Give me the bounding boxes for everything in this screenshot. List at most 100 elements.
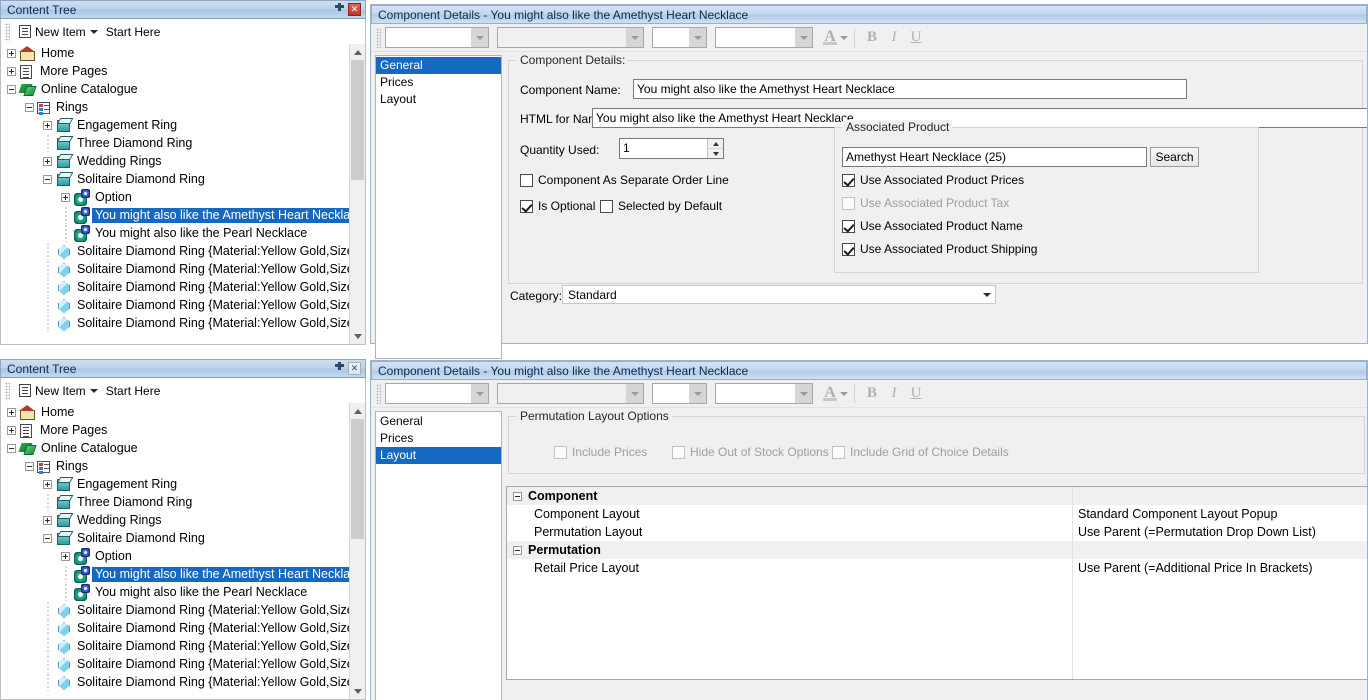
grid-column-divider[interactable] <box>1072 487 1073 679</box>
new-item-button[interactable]: New Item <box>15 382 102 400</box>
tree-node[interactable]: You might also like the Pearl Necklace <box>1 583 365 601</box>
chevron-down-icon[interactable] <box>626 28 643 47</box>
collapse-icon[interactable] <box>7 85 16 94</box>
tree-node[interactable]: Rings <box>1 98 365 116</box>
grid-property-row[interactable]: Retail Price LayoutUse Parent (=Addition… <box>507 559 1367 577</box>
font-color-button[interactable]: A <box>823 30 848 45</box>
chevron-down-icon[interactable] <box>795 384 812 403</box>
toolbar-grip[interactable] <box>5 382 10 400</box>
scroll-thumb[interactable] <box>351 60 364 180</box>
tree-node[interactable]: More Pages <box>1 62 365 80</box>
underline-button[interactable]: U <box>905 27 927 49</box>
chevron-down-icon[interactable] <box>471 384 488 403</box>
underline-button[interactable]: U <box>905 383 927 405</box>
tree-node[interactable]: Rings <box>1 457 365 475</box>
is-optional-checkbox[interactable]: Is Optional <box>520 199 595 213</box>
collapse-icon[interactable] <box>25 103 34 112</box>
new-item-button[interactable]: New Item <box>15 23 102 41</box>
content-tree-body-top[interactable]: HomeMore PagesOnline CatalogueRingsEngag… <box>0 44 366 345</box>
tree-node[interactable]: Engagement Ring <box>1 475 365 493</box>
tree-node[interactable]: Option <box>1 188 365 206</box>
collapse-icon[interactable] <box>43 175 52 184</box>
tree-node[interactable]: Solitaire Diamond Ring {Material:Yellow … <box>1 655 365 673</box>
separate-order-line-checkbox[interactable]: Component As Separate Order Line <box>520 173 729 187</box>
chevron-down-icon[interactable] <box>471 28 488 47</box>
close-icon[interactable]: ✕ <box>348 3 361 16</box>
tree-node[interactable]: You might also like the Pearl Necklace <box>1 224 365 242</box>
tree-node[interactable]: Solitaire Diamond Ring {Material:Yellow … <box>1 260 365 278</box>
extra-combo[interactable] <box>715 27 813 48</box>
font-size-combo[interactable] <box>652 383 707 404</box>
tree-node[interactable]: Wedding Rings <box>1 511 365 529</box>
use-associated-shipping-checkbox[interactable]: Use Associated Product Shipping <box>842 242 1037 256</box>
chevron-down-icon[interactable] <box>689 384 706 403</box>
tree-node[interactable]: Solitaire Diamond Ring {Material:Yellow … <box>1 296 365 314</box>
tree-node[interactable]: Solitaire Diamond Ring {Material:Yellow … <box>1 314 365 332</box>
selected-by-default-checkbox[interactable]: Selected by Default <box>600 199 722 213</box>
italic-button[interactable]: I <box>883 383 905 405</box>
quantity-value[interactable]: 1 <box>620 139 707 158</box>
expand-icon[interactable] <box>43 121 52 130</box>
grid-category-row[interactable]: Component <box>507 487 1367 505</box>
tree-node[interactable]: Solitaire Diamond Ring {Material:Yellow … <box>1 637 365 655</box>
tree-node[interactable]: Three Diamond Ring <box>1 493 365 511</box>
chevron-down-icon[interactable] <box>795 28 812 47</box>
font-family-combo[interactable] <box>497 27 644 48</box>
chevron-down-icon[interactable] <box>840 392 848 396</box>
tree-node[interactable]: Solitaire Diamond Ring {Material:Yellow … <box>1 619 365 637</box>
grid-property-row[interactable]: Component LayoutStandard Component Layou… <box>507 505 1367 523</box>
stepper-buttons[interactable] <box>707 139 723 158</box>
tree-node[interactable]: You might also like the Amethyst Heart N… <box>1 565 365 583</box>
stepper-down-icon[interactable] <box>708 149 723 158</box>
tab-prices[interactable]: Prices <box>376 430 501 447</box>
chevron-down-icon[interactable] <box>840 36 848 40</box>
chevron-down-icon[interactable] <box>978 293 995 297</box>
font-family-combo[interactable] <box>497 383 644 404</box>
tab-list-top[interactable]: General Prices Layout <box>375 55 502 359</box>
tab-layout[interactable]: Layout <box>376 91 501 108</box>
layout-property-grid[interactable]: ComponentComponent LayoutStandard Compon… <box>506 486 1367 680</box>
tree-node[interactable]: Option <box>1 547 365 565</box>
pin-icon[interactable] <box>334 3 345 16</box>
use-associated-prices-checkbox[interactable]: Use Associated Product Prices <box>842 173 1024 187</box>
search-button[interactable]: Search <box>1150 147 1199 167</box>
chevron-down-icon[interactable] <box>90 389 98 393</box>
scroll-up-icon[interactable] <box>350 44 365 60</box>
collapse-icon[interactable] <box>43 534 52 543</box>
scroll-down-icon[interactable] <box>350 328 365 344</box>
bold-button[interactable]: B <box>861 383 883 405</box>
collapse-icon[interactable] <box>7 444 16 453</box>
expand-icon[interactable] <box>61 552 70 561</box>
stepper-up-icon[interactable] <box>708 139 723 149</box>
expand-icon[interactable] <box>7 49 16 58</box>
tree-node[interactable]: Online Catalogue <box>1 80 365 98</box>
chevron-down-icon[interactable] <box>689 28 706 47</box>
category-select[interactable]: Standard <box>562 285 996 304</box>
tree-node[interactable]: Three Diamond Ring <box>1 134 365 152</box>
pin-icon[interactable] <box>334 362 345 375</box>
tree-node[interactable]: Online Catalogue <box>1 439 365 457</box>
expand-icon[interactable] <box>7 408 16 417</box>
grid-row-value[interactable]: Use Parent (=Permutation Drop Down List) <box>1072 525 1367 539</box>
scroll-thumb[interactable] <box>351 419 364 539</box>
tree-node[interactable]: Solitaire Diamond Ring {Material:Yellow … <box>1 601 365 619</box>
expand-icon[interactable] <box>7 426 16 435</box>
tree-node[interactable]: Home <box>1 44 365 62</box>
tab-prices[interactable]: Prices <box>376 74 501 91</box>
expand-icon[interactable] <box>61 193 70 202</box>
italic-button[interactable]: I <box>883 27 905 49</box>
start-here-button[interactable]: Start Here <box>102 23 165 41</box>
toolbar-grip[interactable] <box>5 23 10 41</box>
tab-layout[interactable]: Layout <box>376 447 501 464</box>
close-icon[interactable]: ✕ <box>348 362 361 375</box>
tree-node[interactable]: Solitaire Diamond Ring {Material:Yellow … <box>1 242 365 260</box>
tree-scrollbar-bottom[interactable] <box>349 403 365 699</box>
expand-icon[interactable] <box>7 67 16 76</box>
tab-list-bottom[interactable]: General Prices Layout <box>375 411 502 700</box>
expand-icon[interactable] <box>43 480 52 489</box>
tree-node[interactable]: Home <box>1 403 365 421</box>
chevron-down-icon[interactable] <box>90 30 98 34</box>
tab-general[interactable]: General <box>376 57 501 74</box>
chevron-down-icon[interactable] <box>626 384 643 403</box>
associated-product-input[interactable]: Amethyst Heart Necklace (25) <box>842 147 1147 167</box>
